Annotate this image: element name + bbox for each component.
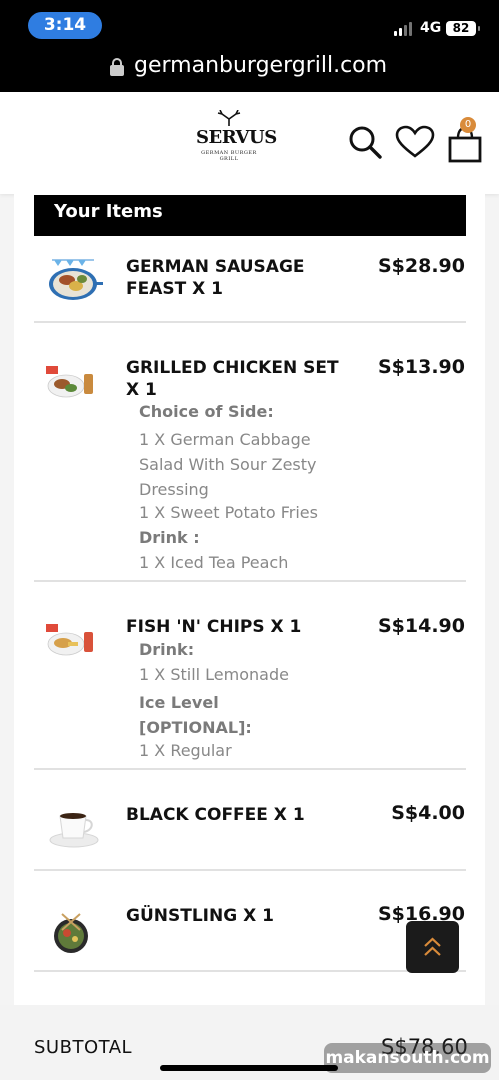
option-heading: Choice of Side: [139, 402, 274, 421]
option-value: 1 X Still Lemonade [139, 665, 289, 684]
site-logo[interactable]: SERVUS GERMAN BURGER GRILL [196, 110, 277, 162]
search-icon[interactable] [348, 125, 382, 159]
salad-bowl-thumbnail [54, 913, 88, 953]
item-name: GÜNSTLING X 1 [126, 906, 274, 926]
site-header: SERVUS GERMAN BURGER GRILL [0, 92, 499, 194]
item-divider [34, 768, 466, 770]
lock-icon [110, 58, 124, 76]
option-heading: Drink : [139, 528, 200, 547]
chicken-set-thumbnail [46, 366, 93, 398]
your-items-heading: Your Items [34, 195, 466, 236]
item-name: GRILLED CHICKEN SET X 1 [126, 358, 339, 400]
watermark: makansouth.com [324, 1043, 491, 1073]
option-value: 1 X Sweet Potato Fries [139, 503, 318, 522]
scroll-to-top-button[interactable] [406, 921, 459, 973]
order-summary-panel [14, 194, 485, 1005]
item-divider [34, 580, 466, 582]
logo-text: SERVUS [196, 127, 277, 148]
cart-count-badge: 0 [460, 117, 476, 133]
heart-icon[interactable] [395, 125, 435, 159]
double-chevron-up-icon [424, 937, 441, 956]
fish-chips-thumbnail [46, 624, 93, 656]
item-name: BLACK COFFEE X 1 [126, 805, 305, 825]
item-price: S$4.00 [391, 802, 465, 824]
option-heading: Ice Level [OPTIONAL]: [139, 693, 252, 737]
url-text[interactable]: germanburgergrill.com [134, 53, 387, 78]
item-price: S$28.90 [377, 255, 465, 277]
item-divider [34, 970, 466, 972]
option-value: 1 X Regular [139, 741, 232, 760]
option-value: 1 X Iced Tea Peach [139, 553, 289, 572]
battery-icon: 82 [446, 21, 480, 36]
item-name: GERMAN SAUSAGE FEAST X 1 [126, 257, 305, 299]
status-time: 3:14 [28, 12, 102, 39]
option-heading: Drink: [139, 640, 195, 659]
item-price: S$13.90 [377, 356, 465, 378]
item-name: FISH 'N' CHIPS X 1 [126, 617, 302, 637]
status-bar: 3:14 4G 82 [0, 0, 499, 50]
option-value: 1 X German Cabbage Salad With Sour Zesty… [139, 430, 317, 499]
sausage-platter-thumbnail [49, 259, 103, 300]
coffee-cup-thumbnail [49, 813, 99, 848]
subtotal-label: SUBTOTAL [34, 1037, 133, 1058]
network-type: 4G [420, 20, 442, 36]
item-price: S$14.90 [377, 615, 465, 637]
logo-subtext: GERMAN BURGER GRILL [201, 150, 257, 162]
item-divider [34, 869, 466, 871]
item-divider [34, 321, 466, 323]
antlers-icon [217, 110, 241, 126]
signal-icon [394, 22, 412, 36]
home-indicator[interactable] [160, 1065, 338, 1071]
